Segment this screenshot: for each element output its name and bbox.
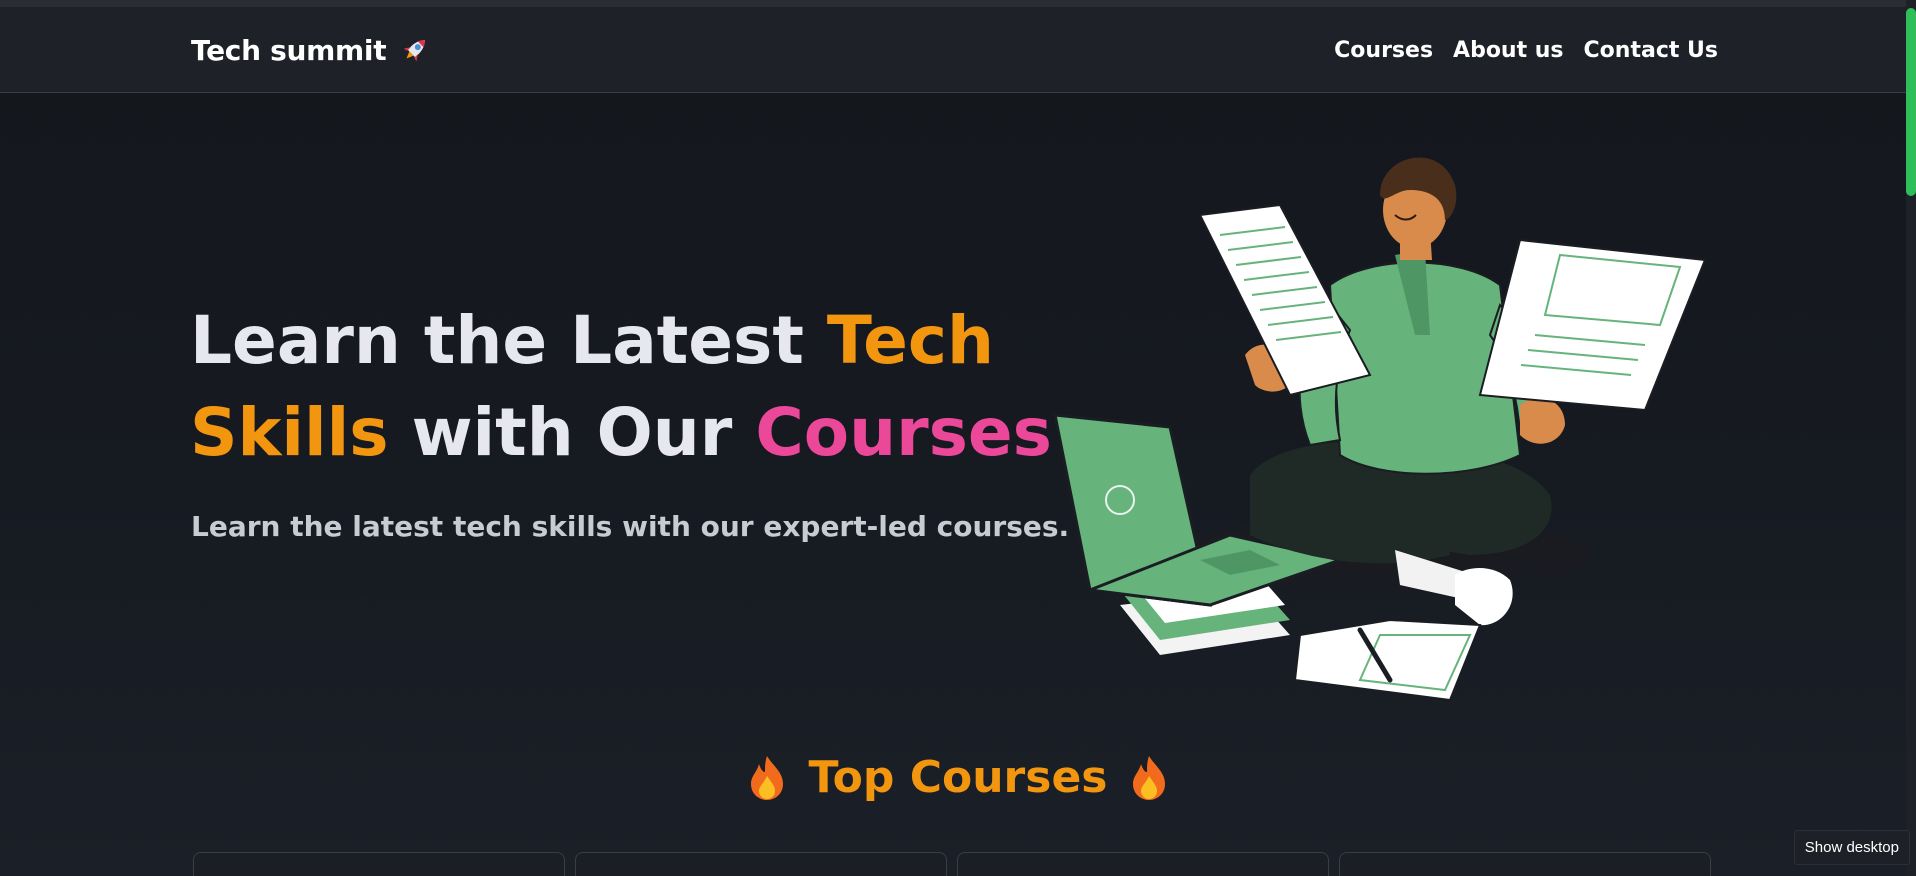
- rocket-icon: [398, 33, 432, 67]
- course-card[interactable]: [1339, 852, 1711, 876]
- nav-link-courses[interactable]: Courses: [1334, 38, 1433, 63]
- navbar: Tech summit Courses About us Contact Us: [0, 7, 1916, 93]
- top-courses-title: Top Courses: [808, 752, 1108, 803]
- show-desktop-tooltip: Show desktop: [1793, 830, 1910, 865]
- hero-title: Learn the Latest Tech Skills with Our Co…: [190, 295, 1090, 479]
- course-cards: [193, 852, 1711, 876]
- course-card[interactable]: [575, 852, 947, 876]
- fire-icon: [747, 754, 787, 802]
- browser-top-strip: [0, 0, 1916, 7]
- hero-subtitle: Learn the latest tech skills with our ex…: [191, 510, 1070, 543]
- hero-title-part2: with Our: [388, 394, 756, 471]
- hero-title-highlight-courses: Courses: [755, 394, 1052, 471]
- fire-icon: [1129, 754, 1169, 802]
- hero-title-part1: Learn the Latest: [190, 302, 827, 379]
- nav-link-contact-us[interactable]: Contact Us: [1584, 38, 1718, 63]
- scrollbar-thumb[interactable]: [1906, 8, 1916, 196]
- top-courses-heading: Top Courses: [0, 752, 1916, 803]
- hero-illustration: [1050, 135, 1720, 715]
- brand-text: Tech summit: [191, 33, 387, 67]
- brand-logo[interactable]: Tech summit: [191, 33, 432, 67]
- nav-links: Courses About us Contact Us: [1334, 38, 1718, 63]
- course-card[interactable]: [193, 852, 565, 876]
- course-card[interactable]: [957, 852, 1329, 876]
- nav-link-about-us[interactable]: About us: [1453, 38, 1563, 63]
